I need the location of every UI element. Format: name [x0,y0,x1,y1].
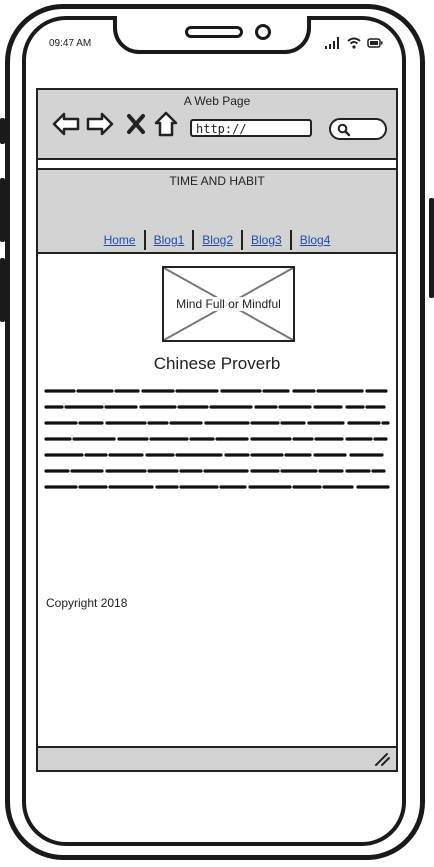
nav-link-home[interactable]: Home [96,233,144,247]
browser-status-bar [38,746,396,770]
browser-toolbar: A Web Page http:// [38,90,396,160]
site-nav: Home Blog1 Blog2 Blog3 Blog4 [38,230,396,250]
speaker-icon [185,26,243,38]
status-time: 09:47 AM [49,38,92,49]
site-header: TIME AND HABIT Home Blog1 Blog2 Blog3 Bl… [38,168,396,254]
nav-link-blog1[interactable]: Blog1 [146,233,193,247]
hero-image-placeholder: Mind Full or Mindful [162,266,295,342]
hero-caption: Mind Full or Mindful [164,297,293,311]
url-input[interactable]: http:// [190,119,312,137]
placeholder-text-block [44,389,390,489]
stop-button[interactable] [122,110,150,138]
forward-arrow-icon [86,112,114,136]
back-button[interactable] [52,110,80,138]
wifi-icon [347,37,361,49]
quote-title: Chinese Proverb [153,354,281,373]
nav-link-blog3[interactable]: Blog3 [243,233,290,247]
site-title: TIME AND HABIT [169,174,265,188]
home-icon [154,111,178,137]
battery-icon [367,38,383,48]
window-title: A Web Page [183,94,251,108]
stop-x-icon [127,114,145,134]
back-arrow-icon [52,112,80,136]
browser-window: A Web Page http:// TIME AND HABIT Home B… [36,88,398,772]
copyright-text: Copyright 2018 [46,596,128,610]
camera-icon [255,24,271,40]
nav-link-blog4[interactable]: Blog4 [292,233,339,247]
signal-icon [325,37,339,49]
home-button[interactable] [152,110,180,138]
forward-button[interactable] [86,110,114,138]
side-button-right [429,198,434,298]
nav-link-blog2[interactable]: Blog2 [194,233,241,247]
search-box[interactable] [329,118,387,140]
search-icon [337,123,351,137]
resize-grip-icon[interactable] [374,752,390,766]
status-icons [325,37,383,49]
